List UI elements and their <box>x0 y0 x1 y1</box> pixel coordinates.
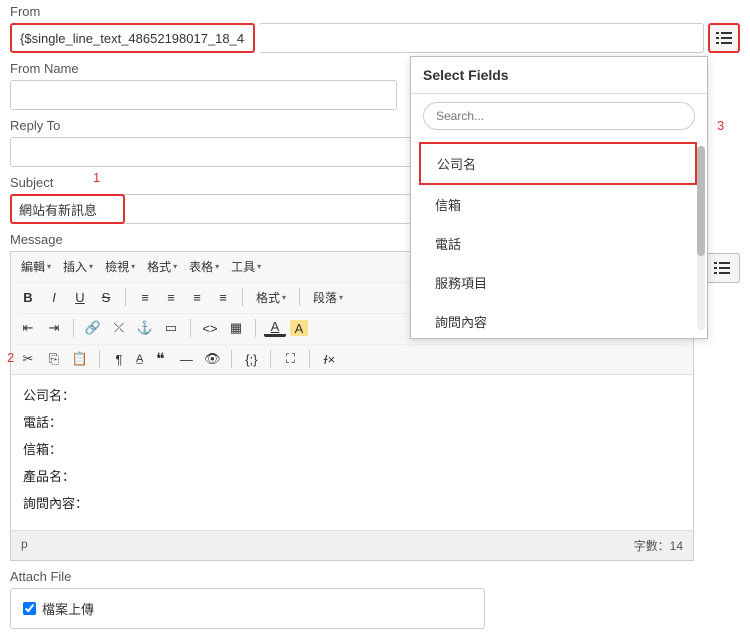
dropdown-item-company[interactable]: 公司名 <box>419 142 697 185</box>
cut-button[interactable]: ✂ <box>17 348 39 370</box>
preview-button[interactable]: 👁 <box>201 348 223 370</box>
copy-button[interactable]: ⎘ <box>43 348 65 370</box>
align-left-button[interactable]: ≡ <box>134 286 156 308</box>
align-center-button[interactable]: ≡ <box>160 286 182 308</box>
underline-button[interactable]: U <box>69 286 91 308</box>
select-fields-dropdown: Select Fields 公司名 信箱 電話 服務項目 詢問內容 <box>410 56 708 339</box>
anchor-button[interactable]: ⚓ <box>134 317 156 339</box>
dropdown-scroll-thumb[interactable] <box>697 146 705 256</box>
word-count: 字數：14 <box>634 537 683 554</box>
unlink-button[interactable]: ⤫ <box>108 317 130 339</box>
attach-file-label: Attach File <box>10 569 740 584</box>
paste-button[interactable]: 📋 <box>69 348 91 370</box>
attach-checkbox-row[interactable]: 檔案上傳 <box>23 599 472 618</box>
attach-checkbox-label: 檔案上傳 <box>42 599 94 618</box>
dropdown-item-phone[interactable]: 電話 <box>419 224 697 263</box>
table-button[interactable]: ▦ <box>225 317 247 339</box>
outdent-button[interactable]: ⇤ <box>17 317 39 339</box>
message-field-picker-button[interactable] <box>704 253 740 283</box>
bg-color-button[interactable]: A <box>290 320 308 336</box>
list-icon <box>713 261 731 275</box>
editor-body[interactable]: 公司名： 電話： 信箱： 產品名： 詢問內容： <box>11 375 693 530</box>
menu-table[interactable]: 表格▾ <box>185 256 223 277</box>
editor-status-bar: p 字數：14 <box>11 530 693 560</box>
attach-file-box: 檔案上傳 <box>10 588 485 629</box>
dropdown-item-inquiry[interactable]: 詢問內容 <box>419 302 697 341</box>
strike-button[interactable]: S <box>95 286 117 308</box>
from-name-input[interactable] <box>10 80 397 110</box>
hr-button[interactable]: — <box>175 348 197 370</box>
code-block-button[interactable]: {;} <box>240 348 262 370</box>
bold-button[interactable]: B <box>17 286 39 308</box>
fullscreen-button[interactable]: ⛶ <box>279 348 301 370</box>
link-button[interactable]: 🔗 <box>82 317 104 339</box>
italic-button[interactable]: I <box>43 286 65 308</box>
from-input-remainder[interactable] <box>259 23 704 53</box>
image-button[interactable]: ▭ <box>160 317 182 339</box>
body-line: 信箱： <box>23 439 681 458</box>
body-line: 詢問內容： <box>23 493 681 512</box>
pilcrow-toggle[interactable]: ¶ <box>108 348 130 370</box>
status-path: p <box>21 537 28 554</box>
text-color-button[interactable]: A <box>264 319 286 337</box>
dropdown-title: Select Fields <box>411 57 707 94</box>
align-justify-button[interactable]: ≡ <box>212 286 234 308</box>
dropdown-scrollbar[interactable] <box>697 146 705 330</box>
menu-insert[interactable]: 插入▾ <box>59 256 97 277</box>
indent-button[interactable]: ⇥ <box>43 317 65 339</box>
attach-checkbox[interactable] <box>23 602 36 615</box>
clear-format-button[interactable]: I× <box>318 348 340 370</box>
source-button[interactable]: <> <box>199 317 221 339</box>
body-line: 產品名： <box>23 466 681 485</box>
menu-tools[interactable]: 工具▾ <box>227 256 265 277</box>
paragraph-select[interactable]: 段落▾ <box>308 287 348 308</box>
dropdown-search-input[interactable] <box>423 102 695 130</box>
from-label: From <box>10 4 740 19</box>
from-input[interactable] <box>10 23 255 53</box>
blockquote-button[interactable]: ❝ <box>149 348 171 370</box>
dropdown-item-email[interactable]: 信箱 <box>419 185 697 224</box>
from-field-picker-button[interactable] <box>708 23 740 53</box>
menu-view[interactable]: 檢視▾ <box>101 256 139 277</box>
dropdown-list: 公司名 信箱 電話 服務項目 詢問內容 <box>411 138 707 338</box>
menu-edit[interactable]: 編輯▾ <box>17 256 55 277</box>
format-select[interactable]: 格式▾ <box>251 287 291 308</box>
align-right-button[interactable]: ≡ <box>186 286 208 308</box>
dropdown-item-service[interactable]: 服務項目 <box>419 263 697 302</box>
nbsp-button[interactable]: A̲ <box>134 348 145 370</box>
body-line: 公司名： <box>23 385 681 404</box>
menu-format[interactable]: 格式▾ <box>143 256 181 277</box>
list-icon <box>716 31 732 45</box>
body-line: 電話： <box>23 412 681 431</box>
